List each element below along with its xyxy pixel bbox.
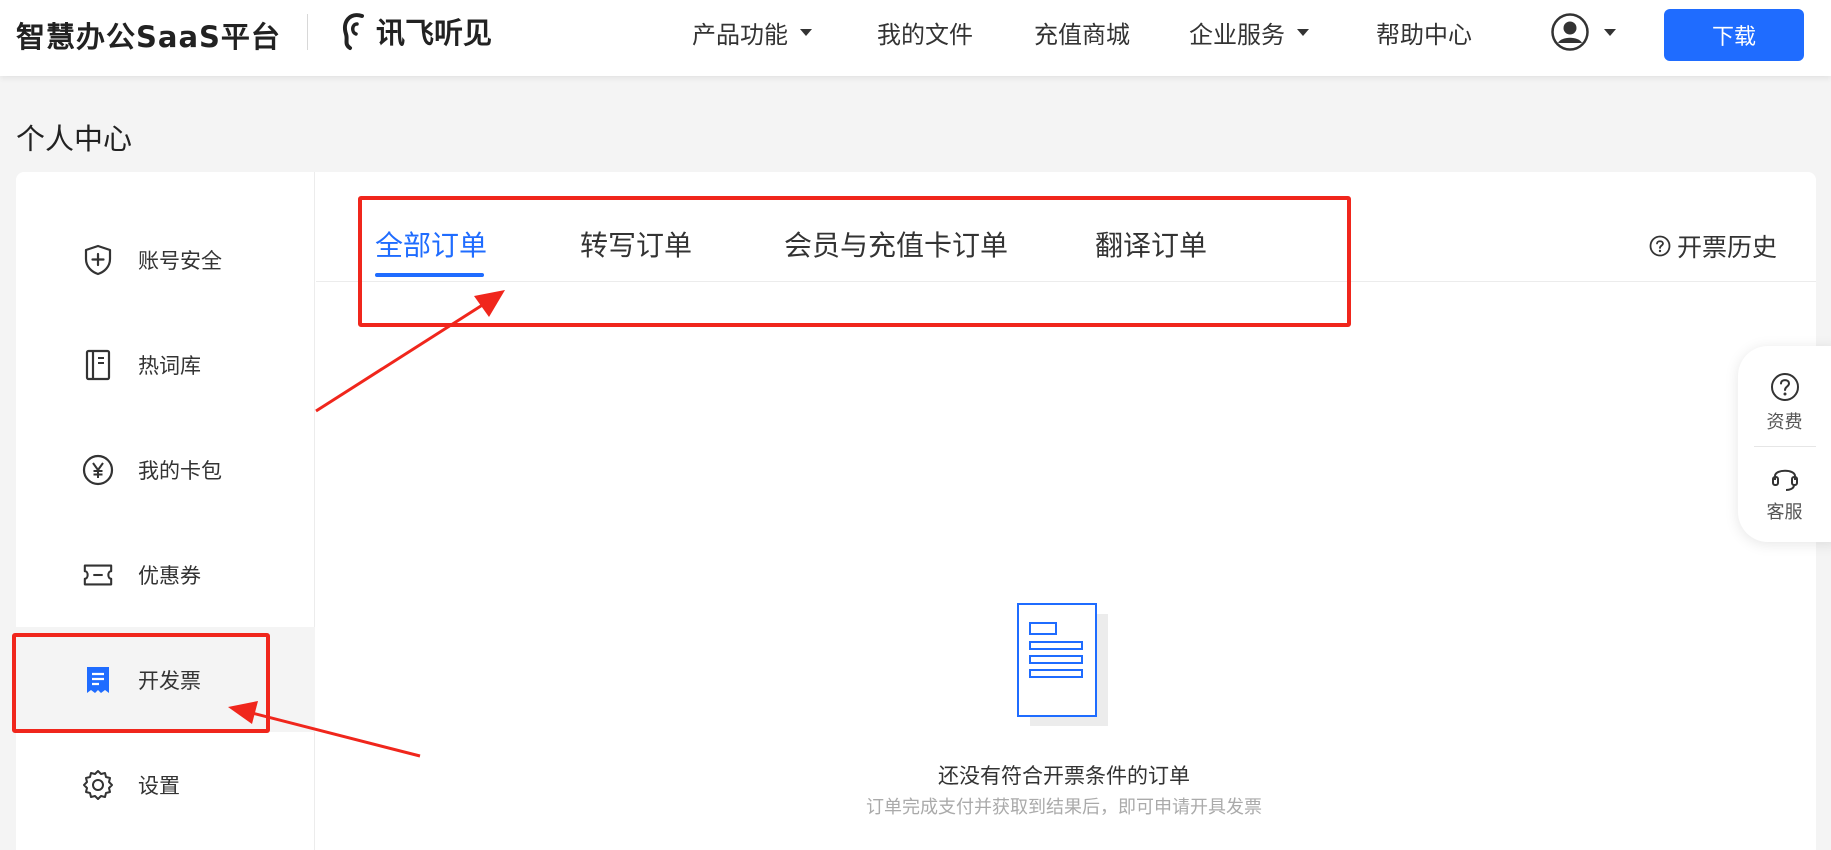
headset-icon	[1771, 469, 1798, 491]
invoice-history-link[interactable]: 开票历史	[1649, 228, 1777, 264]
header-divider	[307, 14, 308, 50]
download-button[interactable]: 下载	[1664, 9, 1804, 61]
annotation-box-tabs	[358, 196, 1351, 327]
nav-label: 帮助中心	[1376, 20, 1472, 49]
sidebar-item-account-security[interactable]: 账号安全	[16, 207, 315, 312]
logo-text: 讯飞听见	[376, 16, 493, 50]
sidebar-item-coupons[interactable]: 优惠券	[16, 522, 315, 627]
yen-icon	[82, 454, 114, 486]
coupon-icon	[82, 559, 114, 591]
float-divider	[1754, 446, 1816, 447]
sidebar: 账号安全 热词库 我的卡包 优惠券 开发票 设置	[16, 172, 315, 850]
chevron-down-icon	[800, 28, 812, 36]
nav-recharge-store[interactable]: 充值商城	[1034, 14, 1130, 50]
annotation-box-invoice	[12, 633, 270, 733]
sidebar-item-label: 优惠券	[138, 563, 201, 588]
chevron-down-icon	[1604, 28, 1616, 36]
nav-my-files[interactable]: 我的文件	[877, 14, 973, 50]
user-avatar-menu[interactable]	[1550, 12, 1616, 52]
top-header: 智慧办公SaaS平台 讯飞听见 产品功能 我的文件 充值商城 企业服务 帮助中心…	[0, 0, 1831, 76]
sidebar-item-label: 账号安全	[138, 248, 222, 273]
nav-product-features[interactable]: 产品功能	[692, 14, 812, 50]
floating-help-panel: 资费 客服	[1738, 346, 1831, 542]
sidebar-item-label: 热词库	[138, 353, 201, 378]
notebook-icon	[82, 349, 114, 381]
question-icon	[1770, 373, 1799, 401]
pricing-button[interactable]: 资费	[1738, 372, 1831, 434]
customer-service-label: 客服	[1766, 502, 1803, 523]
platform-brand[interactable]: 智慧办公SaaS平台	[16, 14, 281, 56]
sidebar-item-hotword-library[interactable]: 热词库	[16, 312, 315, 417]
chevron-down-icon	[1297, 28, 1309, 36]
empty-state-subtitle: 订单完成支付并获取到结果后，即可申请开具发票	[866, 797, 1262, 818]
empty-document-icon	[1017, 603, 1108, 726]
iflyrec-logo[interactable]: 讯飞听见	[340, 10, 492, 52]
customer-service-button[interactable]: 客服	[1738, 462, 1831, 524]
sidebar-item-label: 我的卡包	[138, 458, 222, 483]
shield-icon	[82, 244, 114, 276]
page-title: 个人中心	[16, 122, 133, 156]
invoice-history-label: 开票历史	[1677, 233, 1778, 262]
nav-label: 充值商城	[1034, 20, 1130, 49]
sidebar-item-my-cards[interactable]: 我的卡包	[16, 417, 315, 522]
pricing-label: 资费	[1766, 412, 1803, 433]
ear-logo-icon	[343, 13, 364, 50]
question-circle-icon	[1649, 235, 1671, 257]
user-avatar-icon	[1551, 13, 1589, 51]
nav-enterprise-services[interactable]: 企业服务	[1189, 14, 1309, 50]
nav-label: 产品功能	[692, 20, 788, 49]
nav-label: 企业服务	[1189, 20, 1285, 49]
nav-label: 我的文件	[877, 20, 973, 49]
nav-help-center[interactable]: 帮助中心	[1376, 14, 1472, 50]
empty-state-title: 还没有符合开票条件的订单	[938, 764, 1190, 788]
